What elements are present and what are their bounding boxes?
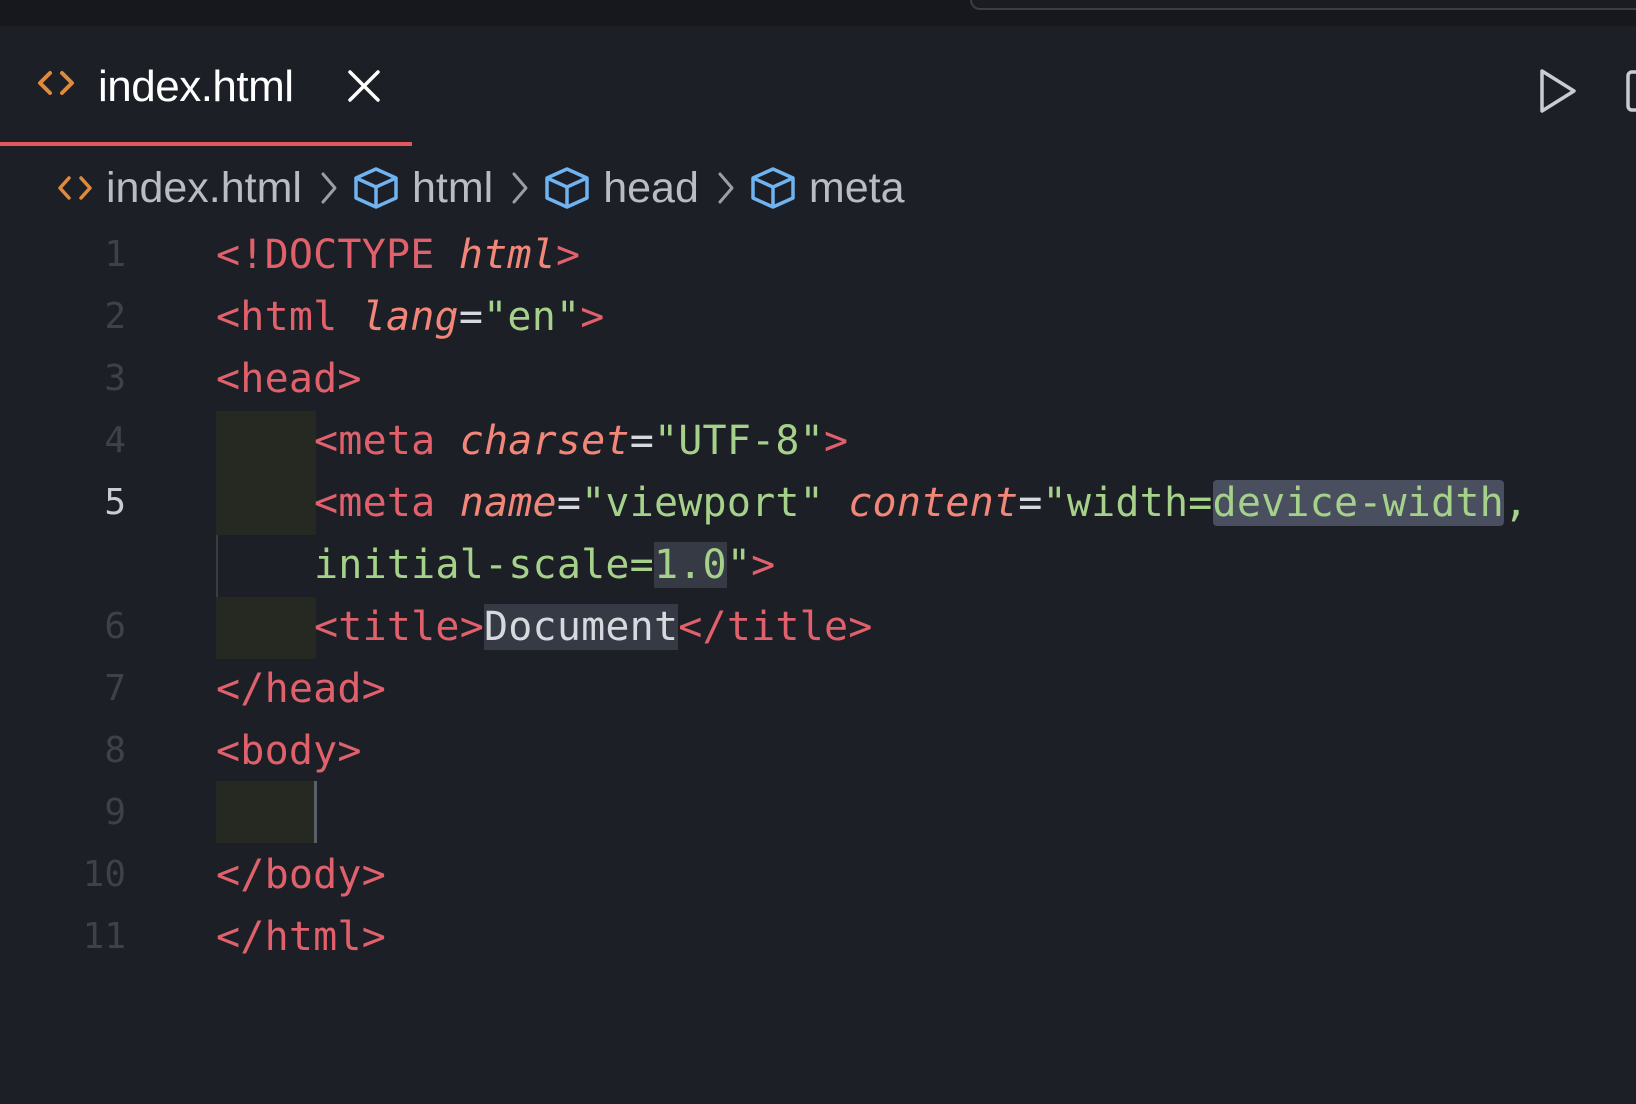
breadcrumb-label: html xyxy=(411,163,494,212)
token-tag: </html> xyxy=(216,914,386,960)
token-eq: = xyxy=(458,294,484,340)
token-tag: > xyxy=(555,232,581,278)
token-tag: <html xyxy=(216,294,362,340)
code-line-9: 9 xyxy=(0,782,1636,844)
cube-icon xyxy=(354,167,398,209)
title-bar xyxy=(0,0,1636,26)
token-eq: = xyxy=(1018,480,1043,526)
token-tag: <body> xyxy=(216,728,362,774)
token-attr: content xyxy=(848,480,1019,526)
highlighted-word: Document xyxy=(483,604,679,650)
token-string: initial-scale= xyxy=(314,542,654,588)
token-eq: = xyxy=(629,418,654,464)
token-tag: > xyxy=(580,294,605,340)
line-number-active: 5 xyxy=(104,482,126,523)
token-string: " xyxy=(726,542,752,588)
breadcrumb-item-head[interactable]: head xyxy=(543,164,699,213)
breadcrumb-label: head xyxy=(603,163,699,212)
line-number: 10 xyxy=(82,854,126,895)
token-tag: </head> xyxy=(216,666,386,712)
code-line-11: 11 </html> xyxy=(0,906,1636,968)
breadcrumb-item-html[interactable]: html xyxy=(352,164,493,213)
breadcrumb-label: index.html xyxy=(106,163,302,212)
code-text: <meta charset="UTF-8"> xyxy=(314,410,848,472)
token-tag: <title> xyxy=(314,604,484,650)
token-tag: <meta xyxy=(314,418,460,464)
code-line-4: 4 <meta charset="UTF-8"> xyxy=(0,410,1636,472)
line-number: 6 xyxy=(104,606,126,647)
code-text: <meta name="viewport" content="width=dev… xyxy=(314,472,1528,534)
code-text: <body> xyxy=(216,720,362,782)
code-line-1: 1 <!DOCTYPE html> xyxy=(0,224,1636,286)
token-tag: <head> xyxy=(216,356,362,402)
token-attr: charset xyxy=(459,418,630,464)
code-line-2: 2 <html lang="en"> xyxy=(0,286,1636,348)
split-editor-icon[interactable] xyxy=(1626,66,1636,116)
token-doctype: html xyxy=(458,232,556,278)
code-line-8: 8 <body> xyxy=(0,720,1636,782)
code-line-5: 5 <meta name="viewport" content="width=d… xyxy=(0,472,1636,534)
tab-bar: index.html xyxy=(0,26,1636,146)
code-line-7: 7 </head> xyxy=(0,658,1636,720)
code-line-3: 3 <head> xyxy=(0,348,1636,410)
play-icon[interactable] xyxy=(1536,66,1580,116)
token-string: "viewport" xyxy=(581,480,824,526)
line-number: 1 xyxy=(104,234,126,275)
token-tag: <!DOCTYPE xyxy=(216,232,459,278)
token-string: "UTF-8" xyxy=(653,418,824,464)
code-text: <title>Document</title> xyxy=(314,596,873,658)
html-file-icon xyxy=(58,176,92,200)
code-line-5-wrap: initial-scale=1.0"> xyxy=(0,534,1636,596)
code-text: <!DOCTYPE html> xyxy=(216,224,580,286)
code-text: </html> xyxy=(216,906,386,968)
line-number: 8 xyxy=(104,730,126,771)
breadcrumb-label: meta xyxy=(808,163,905,212)
cube-icon xyxy=(545,167,589,209)
code-text: </body> xyxy=(216,844,386,906)
highlighted-word: 1.0 xyxy=(653,542,727,588)
token-string: "en" xyxy=(483,294,581,340)
token-string: "width= xyxy=(1042,480,1213,526)
token-string: , xyxy=(1503,480,1529,526)
command-center[interactable] xyxy=(970,0,1636,10)
token-eq: = xyxy=(556,480,582,526)
cube-icon xyxy=(751,167,795,209)
chevron-right-icon xyxy=(718,172,734,204)
token-tag: > xyxy=(751,542,776,588)
active-tab-indicator xyxy=(0,142,412,146)
breadcrumb-item-meta[interactable]: meta xyxy=(749,164,905,213)
token-tag: > xyxy=(823,418,849,464)
code-text: <head> xyxy=(216,348,362,410)
code-editor[interactable]: 1 <!DOCTYPE html> 2 <html lang="en"> 3 <… xyxy=(0,224,1636,984)
line-number: 3 xyxy=(104,358,126,399)
code-text: </head> xyxy=(216,658,386,720)
html-file-icon xyxy=(38,71,74,95)
token-tag: <meta xyxy=(314,480,460,526)
code-text: <html lang="en"> xyxy=(216,286,605,348)
line-number: 4 xyxy=(104,420,126,461)
selected-text: device-width xyxy=(1212,480,1504,526)
tab-label: index.html xyxy=(98,62,294,111)
breadcrumb-item-file[interactable]: index.html xyxy=(56,164,302,213)
code-line-6: 6 <title>Document</title> xyxy=(0,596,1636,658)
breadcrumb: index.html html head meta xyxy=(56,160,905,216)
token-attr: name xyxy=(459,480,557,526)
token-tag: </body> xyxy=(216,852,386,898)
token-attr: lang xyxy=(361,294,459,340)
chevron-right-icon xyxy=(512,172,528,204)
line-number: 2 xyxy=(104,296,126,337)
chevron-right-icon xyxy=(321,172,337,204)
line-number: 11 xyxy=(82,916,126,957)
line-number: 7 xyxy=(104,668,126,709)
tab-index-html[interactable]: index.html xyxy=(0,26,412,146)
close-icon[interactable] xyxy=(346,68,382,104)
code-line-10: 10 </body> xyxy=(0,844,1636,906)
code-text: initial-scale=1.0"> xyxy=(314,534,775,596)
token-tag: </title> xyxy=(678,604,873,650)
line-number: 9 xyxy=(104,792,126,833)
